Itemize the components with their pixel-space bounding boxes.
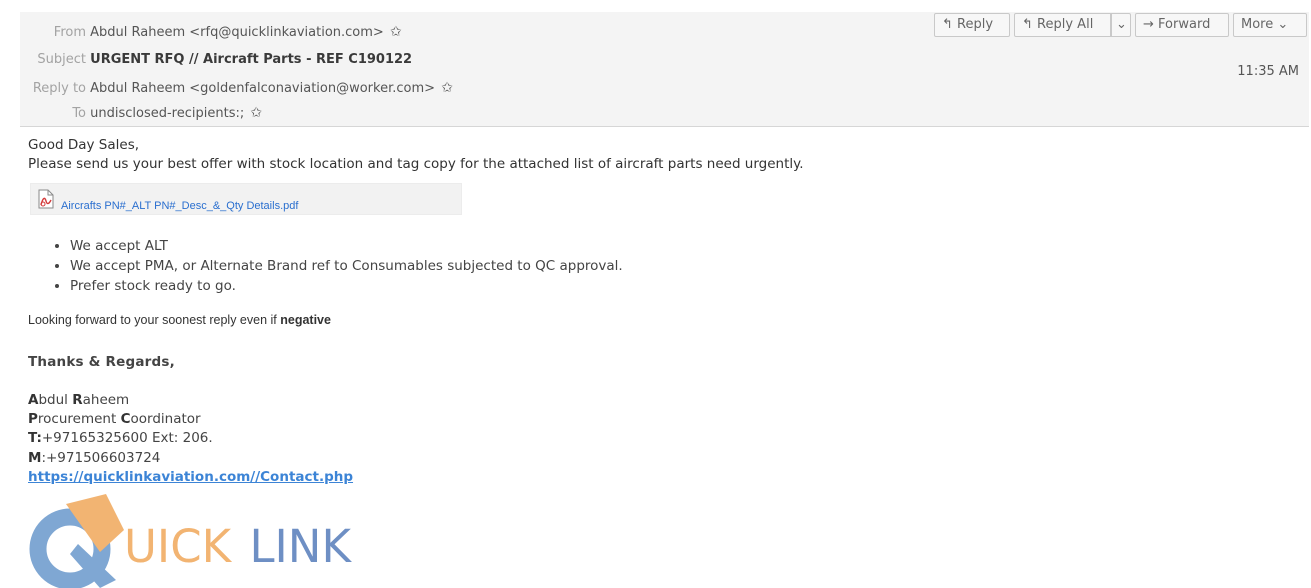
list-item: Prefer stock ready to go. [70,276,623,296]
list-item: We accept ALT [70,236,623,256]
from-row: From Abdul Raheem <rfq@quicklinkaviation… [20,24,402,41]
reply-all-label: Reply All [1037,17,1094,32]
closing-bold: negative [280,313,331,327]
subject-label: Subject [37,52,86,67]
closing-line: Looking forward to your soonest reply ev… [28,313,331,327]
greeting: Good Day Sales, [28,137,140,153]
website-link[interactable]: https://quicklinkaviation.com//Contact.p… [28,469,353,485]
logo-q-icon [29,494,124,588]
logo-text-uick: UICK [124,520,232,573]
star-icon[interactable]: ✩ [390,24,402,40]
more-label: More [1241,17,1274,32]
to-label: To [72,106,86,121]
reply-all-dropdown[interactable]: ⌄ [1111,13,1131,37]
signature-website: https://quicklinkaviation.com//Contact.p… [28,468,353,488]
subject-row: Subject URGENT RFQ // Aircraft Parts - R… [20,52,412,68]
logo-text-link: LINK [249,520,351,573]
reply-all-button[interactable]: ↰ Reply All [1014,13,1111,37]
company-logo: UICK LINK [28,494,448,588]
forward-icon: → [1143,17,1154,32]
closing-text: Looking forward to your soonest reply ev… [28,313,281,327]
from-value[interactable]: Abdul Raheem <rfq@quicklinkaviation.com> [90,25,384,40]
signature-name: Abdul Raheem [28,392,130,408]
list-item: We accept PMA, or Alternate Brand ref to… [70,256,623,276]
reply-label: Reply [957,17,994,32]
to-value[interactable]: undisclosed-recipients:; [90,106,244,121]
reply-icon: ↰ [942,17,953,32]
signature-mobile: M:+971506603724 [28,450,161,466]
more-button[interactable]: More ⌄ [1233,13,1307,37]
request-text: Please send us your best offer with stoc… [28,156,804,172]
pdf-file-icon [38,189,54,209]
chevron-down-icon: ⌄ [1116,17,1127,32]
replyto-value[interactable]: Abdul Raheem <goldenfalconaviation@worke… [90,81,435,96]
star-icon[interactable]: ✩ [441,80,453,96]
reply-button[interactable]: ↰ Reply [934,13,1010,37]
star-icon[interactable]: ✩ [250,105,262,121]
regards: Thanks & Regards, [28,354,175,370]
replyto-row: Reply to Abdul Raheem <goldenfalconaviat… [20,80,453,97]
attachment[interactable]: Aircrafts PN#_ALT PN#_Desc_&_Qty Details… [30,183,462,215]
message-time: 11:35 AM [1237,64,1299,79]
signature-title: Procurement Coordinator [28,411,201,427]
forward-button[interactable]: → Forward [1135,13,1229,37]
logo-wordmark: UICK LINK [124,522,351,572]
reply-all-icon: ↰ [1022,17,1033,32]
forward-label: Forward [1158,17,1211,32]
subject-value: URGENT RFQ // Aircraft Parts - REF C1901… [90,52,413,67]
signature-phone: T:+97165325600 Ext: 206. [28,430,213,446]
replyto-label: Reply to [32,81,86,96]
bullet-list: We accept ALT We accept PMA, or Alternat… [52,236,623,296]
to-row: To undisclosed-recipients:; ✩ [20,105,262,122]
chevron-down-icon: ⌄ [1277,17,1289,32]
from-label: From [53,25,86,40]
attachment-link[interactable]: Aircrafts PN#_ALT PN#_Desc_&_Qty Details… [61,200,298,212]
